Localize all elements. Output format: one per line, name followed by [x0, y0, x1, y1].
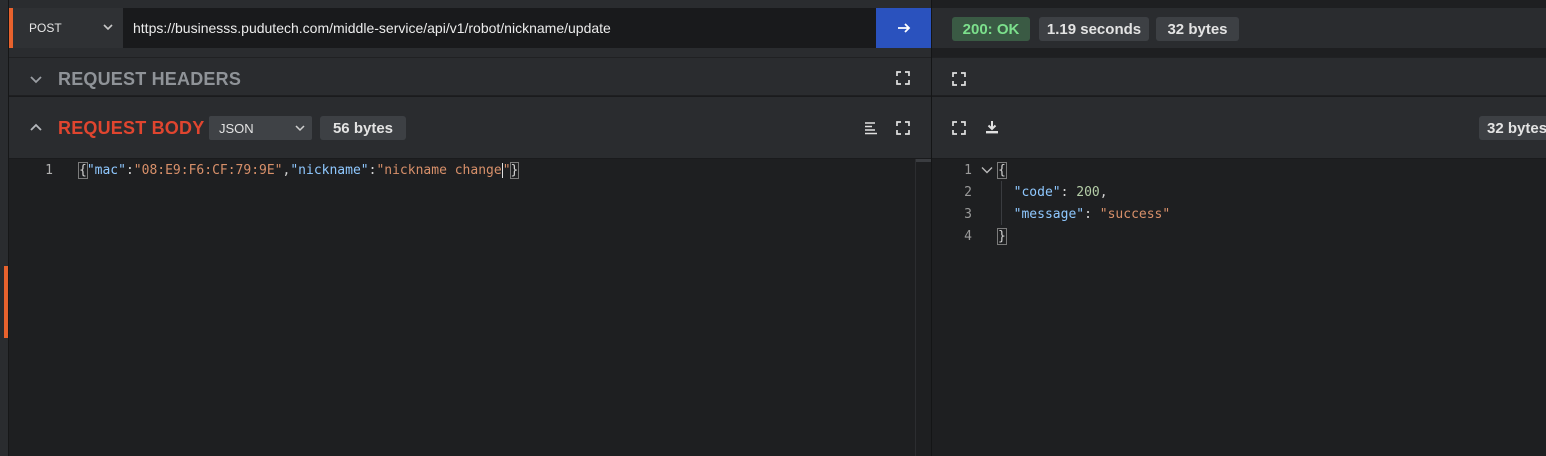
code-line: 3 "message": "success" [932, 203, 1546, 225]
code-token: } [997, 227, 1007, 245]
code-text: { [997, 161, 1007, 179]
line-number: 1 [964, 162, 972, 178]
code-text: } [997, 227, 1007, 245]
response-size-badge: 32 bytes [1156, 17, 1239, 41]
response-body-size-badge: 32 bytes [1479, 116, 1546, 140]
edge-active-marker [4, 266, 8, 338]
fold-chevron-icon[interactable] [976, 159, 998, 181]
request-headers-title: REQUEST HEADERS [58, 69, 242, 89]
code-token: { [78, 161, 88, 179]
body-format-select[interactable]: JSON [209, 116, 312, 140]
code-line[interactable]: 1 {"mac":"08:E9:F6:CF:79:9E","nickname":"… [9, 159, 915, 181]
code-token: { [997, 161, 1007, 179]
body-size-badge: 56 bytes [320, 116, 406, 140]
code-line: 2 "code": 200, [932, 181, 1546, 203]
arrow-right-icon [897, 23, 910, 33]
code-token: : [1084, 206, 1100, 222]
response-time-badge: 1.19 seconds [1039, 17, 1149, 41]
response-headers-section [932, 57, 1546, 95]
method-label: POST [29, 21, 62, 35]
fold-gutter [976, 225, 998, 247]
format-lines-icon[interactable] [863, 120, 879, 136]
send-button[interactable] [876, 8, 931, 48]
url-bar-accent [9, 8, 13, 48]
code-token: "message" [1013, 206, 1085, 222]
chevron-down-icon [295, 125, 305, 132]
code-token: : [125, 162, 134, 178]
scrollbar-marker [916, 159, 932, 162]
line-number: 4 [964, 228, 972, 244]
code-token: "nickname change [376, 162, 502, 178]
code-token: "code" [1013, 184, 1061, 200]
fold-gutter [976, 203, 998, 225]
code-text: "code": 200, [998, 185, 1108, 200]
code-line: 1{ [932, 159, 1546, 181]
request-body-title: REQUEST BODY [58, 118, 205, 138]
method-select[interactable]: POST [13, 8, 123, 48]
code-token: " [502, 162, 511, 178]
request-headers-section[interactable]: REQUEST HEADERS [9, 57, 931, 95]
response-status-bar: 200: OK 1.19 seconds 32 bytes [932, 8, 1546, 48]
line-number: 2 [964, 184, 972, 200]
expand-icon[interactable] [895, 120, 911, 136]
code-token: : [1060, 184, 1077, 200]
chevron-down-icon[interactable] [28, 71, 44, 87]
url-text: https://businesss.pudutech.com/middle-se… [133, 20, 611, 36]
response-body-section: 32 bytes [932, 96, 1546, 159]
code-token: "success" [1099, 206, 1171, 222]
body-format-label: JSON [219, 120, 254, 136]
response-pane: 200: OK 1.19 seconds 32 bytes 32 bytes 1… [932, 0, 1546, 456]
left-edge-strip [0, 0, 9, 456]
code-token: } [509, 161, 520, 179]
line-number: 1 [45, 162, 53, 178]
url-input[interactable]: https://businesss.pudutech.com/middle-se… [123, 8, 876, 48]
code-token: "mac" [86, 162, 126, 178]
expand-icon[interactable] [951, 71, 967, 87]
url-bar: POST https://businesss.pudutech.com/midd… [9, 0, 931, 57]
code-line: 4} [932, 225, 1546, 247]
code-text: "message": "success" [998, 206, 1171, 222]
line-number: 3 [964, 206, 972, 222]
status-badge: 200: OK [952, 17, 1030, 41]
code-token: , [1099, 184, 1108, 200]
editor-scrollbar[interactable] [915, 159, 932, 456]
request-pane: POST https://businesss.pudutech.com/midd… [9, 0, 932, 456]
request-body-editor[interactable]: 1 {"mac":"08:E9:F6:CF:79:9E","nickname":"… [9, 159, 932, 456]
code-token: 200 [1076, 184, 1100, 200]
response-body-viewer[interactable]: 1{2 "code": 200, 3 "message": "success" 4} [932, 159, 1546, 456]
expand-icon[interactable] [951, 120, 967, 136]
expand-icon[interactable] [895, 70, 911, 86]
code-token: "nickname" [290, 162, 369, 178]
fold-gutter [976, 181, 998, 203]
code-token: "08:E9:F6:CF:79:9E" [133, 162, 283, 178]
download-icon[interactable] [984, 119, 1000, 135]
chevron-down-icon [103, 24, 113, 31]
code-text: {"mac":"08:E9:F6:CF:79:9E","nickname":"n… [59, 161, 520, 179]
chevron-up-icon[interactable] [28, 120, 44, 136]
request-body-section: REQUEST BODY JSON 56 bytes [9, 96, 931, 159]
